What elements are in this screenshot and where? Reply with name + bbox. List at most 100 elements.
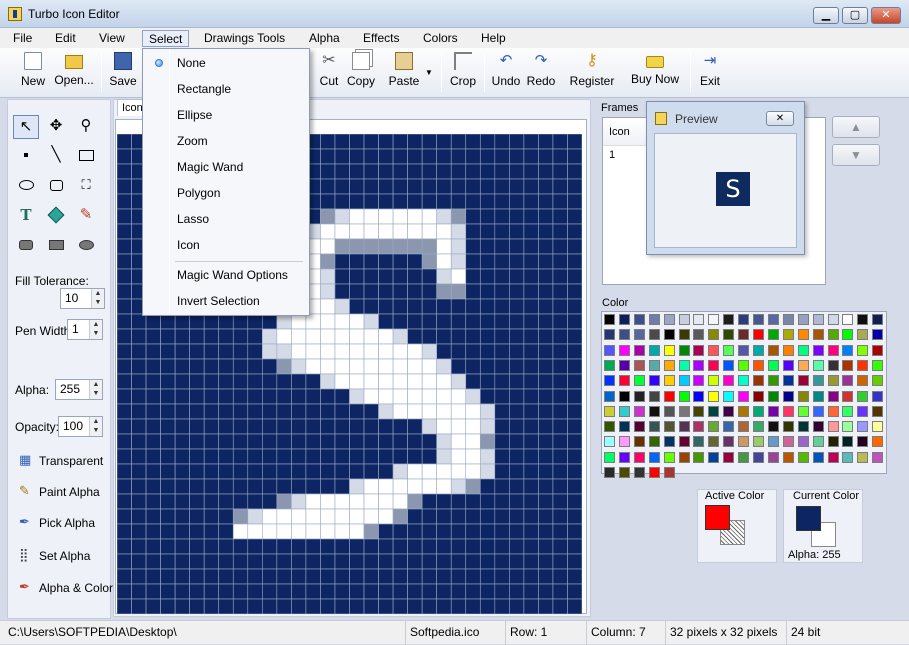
pixel-cell[interactable]: [509, 193, 525, 210]
undo-button[interactable]: ↶ Undo: [490, 50, 522, 95]
pixel-cell[interactable]: [262, 403, 278, 420]
pixel-cell[interactable]: [523, 298, 539, 315]
pixel-cell[interactable]: [262, 313, 278, 330]
pixel-cell[interactable]: [232, 343, 249, 360]
palette-swatch[interactable]: [633, 421, 645, 433]
pixel-cell[interactable]: [494, 253, 510, 270]
pixel-cell[interactable]: [349, 433, 365, 450]
pixel-cell[interactable]: [189, 598, 205, 614]
pixel-cell[interactable]: [465, 433, 481, 450]
pixel-cell[interactable]: [523, 238, 539, 255]
pixel-cell[interactable]: [160, 583, 176, 600]
pixel-cell[interactable]: [465, 268, 481, 285]
pixel-cell[interactable]: [262, 343, 278, 360]
palette-swatch[interactable]: [857, 314, 869, 325]
pixel-cell[interactable]: [305, 448, 321, 465]
pixel-cell[interactable]: [494, 223, 510, 240]
pixel-cell[interactable]: [552, 373, 568, 390]
palette-swatch[interactable]: [723, 421, 735, 433]
palette-swatch[interactable]: [604, 451, 615, 463]
palette-swatch[interactable]: [842, 451, 854, 463]
pixel-cell[interactable]: [450, 448, 467, 465]
pixel-cell[interactable]: [436, 193, 452, 210]
pixel-cell[interactable]: [407, 373, 423, 390]
pixel-cell[interactable]: [131, 583, 147, 600]
pixel-cell[interactable]: [117, 328, 132, 345]
palette-swatch[interactable]: [723, 436, 735, 448]
pixel-cell[interactable]: [407, 568, 423, 585]
palette-swatch[interactable]: [827, 405, 839, 417]
pixel-cell[interactable]: [378, 253, 394, 270]
pixel-cell[interactable]: [436, 508, 452, 525]
pixel-cell[interactable]: [567, 523, 582, 540]
palette-swatch[interactable]: [797, 359, 809, 371]
palette-swatch[interactable]: [723, 314, 735, 325]
pixel-cell[interactable]: [203, 373, 220, 390]
pixel-cell[interactable]: [320, 583, 336, 600]
pixel-cell[interactable]: [392, 418, 408, 435]
palette-swatch[interactable]: [618, 451, 630, 463]
pixel-cell[interactable]: [334, 508, 350, 525]
pixel-cell[interactable]: [218, 403, 234, 420]
pixel-cell[interactable]: [436, 553, 452, 570]
transparent-button[interactable]: ▦ Transparent: [13, 451, 105, 471]
pixel-cell[interactable]: [567, 193, 582, 210]
pixel-cell[interactable]: [523, 583, 539, 600]
pixel-cell[interactable]: [523, 268, 539, 285]
palette-swatch[interactable]: [663, 314, 675, 325]
pixel-cell[interactable]: [160, 358, 176, 375]
pixel-cell[interactable]: [567, 583, 582, 600]
pixel-cell[interactable]: [262, 583, 278, 600]
pixel-cell[interactable]: [567, 238, 582, 255]
pixel-cell[interactable]: [465, 134, 481, 150]
pixel-cell[interactable]: [232, 313, 249, 330]
menu-select[interactable]: Select: [142, 30, 190, 47]
pixel-cell[interactable]: [378, 568, 394, 585]
pixel-cell[interactable]: [552, 478, 568, 495]
pixel-cell[interactable]: [203, 553, 220, 570]
pixel-cell[interactable]: [131, 568, 147, 585]
pixel-cell[interactable]: [131, 403, 147, 420]
pixel-cell[interactable]: [160, 598, 176, 614]
menu-edit[interactable]: Edit: [49, 30, 82, 47]
pixel-cell[interactable]: [320, 193, 336, 210]
pixel-cell[interactable]: [174, 343, 190, 360]
pixel-cell[interactable]: [145, 403, 161, 420]
pixel-cell[interactable]: [465, 523, 481, 540]
pixel-cell[interactable]: [407, 163, 423, 180]
pixel-cell[interactable]: [145, 508, 161, 525]
palette-swatch[interactable]: [604, 375, 615, 387]
palette-swatch[interactable]: [648, 329, 660, 341]
pixel-cell[interactable]: [218, 538, 234, 555]
pixel-cell[interactable]: [174, 388, 190, 405]
pixel-cell[interactable]: [247, 598, 263, 614]
preview-close-button[interactable]: ✕: [766, 111, 794, 126]
pixel-cell[interactable]: [218, 493, 234, 510]
pixel-cell[interactable]: [552, 568, 568, 585]
pixel-cell[interactable]: [349, 283, 365, 300]
pixel-cell[interactable]: [436, 478, 452, 495]
pixel-cell[interactable]: [421, 523, 437, 540]
pixel-cell[interactable]: [189, 463, 205, 480]
pixel-cell[interactable]: [378, 508, 394, 525]
palette-swatch[interactable]: [648, 405, 660, 417]
pixel-cell[interactable]: [117, 193, 132, 210]
palette-swatch[interactable]: [633, 344, 645, 356]
pixel-cell[interactable]: [232, 568, 249, 585]
pixel-cell[interactable]: [523, 598, 539, 614]
palette-swatch[interactable]: [618, 405, 630, 417]
pixel-cell[interactable]: [523, 178, 539, 195]
pixel-cell[interactable]: [407, 553, 423, 570]
pixel-cell[interactable]: [131, 313, 147, 330]
pixel-cell[interactable]: [334, 388, 350, 405]
pixel-cell[interactable]: [436, 343, 452, 360]
pixel-cell[interactable]: [218, 433, 234, 450]
pixel-cell[interactable]: [494, 193, 510, 210]
pixel-cell[interactable]: [349, 238, 365, 255]
pixel-cell[interactable]: [174, 493, 190, 510]
pixel-cell[interactable]: [465, 163, 481, 180]
palette-swatch[interactable]: [663, 344, 675, 356]
magic-wand-options-item[interactable]: Magic Wand Options: [145, 264, 307, 286]
pixel-cell[interactable]: [145, 328, 161, 345]
palette-swatch[interactable]: [618, 436, 630, 448]
